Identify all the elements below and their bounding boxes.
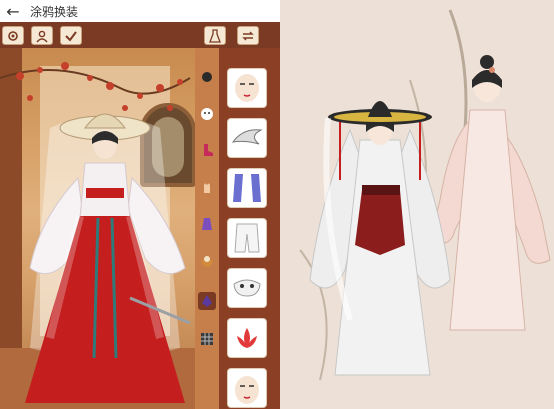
category-robe[interactable] <box>198 215 216 233</box>
category-boots[interactable] <box>198 141 216 159</box>
sleeve-item-icon <box>233 174 261 202</box>
app-bar: ← 涂鸦换装 <box>0 0 280 22</box>
face-item-icon <box>235 74 259 102</box>
category-pattern[interactable] <box>198 330 216 348</box>
avatar-icon <box>36 30 48 42</box>
item-tile-wing[interactable] <box>227 118 267 158</box>
item-tile-face-1[interactable] <box>227 68 267 108</box>
item-tile-lotus[interactable] <box>227 318 267 358</box>
item-list <box>223 48 280 409</box>
bowl-icon <box>201 256 213 267</box>
dressup-character[interactable] <box>10 108 200 409</box>
screenshot-root: ← 涂鸦换装 <box>0 0 554 409</box>
swap-icon <box>242 31 254 40</box>
toolbar <box>0 22 280 48</box>
lotus-item-icon <box>237 328 257 348</box>
category-column <box>195 48 219 409</box>
dressup-scene <box>0 48 200 409</box>
accessory-icon <box>202 295 212 307</box>
figure-right <box>429 55 551 331</box>
dress-icon <box>209 28 221 43</box>
item-tile-sleeve[interactable] <box>227 168 267 208</box>
phone-screen: ← 涂鸦换装 <box>0 0 280 409</box>
character-artwork <box>280 0 554 409</box>
mask-item-icon <box>233 279 261 297</box>
back-arrow-icon[interactable]: ← <box>0 0 26 22</box>
settings-button[interactable] <box>2 26 24 45</box>
app-title: 涂鸦换装 <box>30 4 79 19</box>
hand-icon <box>204 183 210 193</box>
item-tile-pants[interactable] <box>227 218 267 258</box>
category-accessory[interactable] <box>198 292 216 310</box>
robe-icon <box>202 218 212 230</box>
item-tile-face-2[interactable] <box>227 368 267 408</box>
pants-item-icon <box>234 223 260 253</box>
hair-icon <box>202 72 212 82</box>
face-item-icon <box>235 376 259 404</box>
category-face[interactable] <box>198 105 216 123</box>
wing-item-icon <box>231 129 263 145</box>
checkmark-icon <box>65 30 77 42</box>
avatar-button[interactable] <box>31 26 53 45</box>
face-icon <box>201 108 213 120</box>
confirm-button[interactable] <box>60 26 82 45</box>
boot-icon <box>204 144 213 156</box>
swap-button[interactable] <box>237 26 259 45</box>
category-food[interactable] <box>198 252 216 270</box>
category-hair[interactable] <box>198 68 216 86</box>
item-tile-mask[interactable] <box>227 268 267 308</box>
pattern-icon <box>201 333 213 345</box>
artwork-illustration <box>299 9 551 381</box>
settings-icon <box>8 30 18 41</box>
wardrobe-panel <box>195 48 280 409</box>
figure-left <box>309 101 451 376</box>
category-hands[interactable] <box>198 178 216 196</box>
dress-button[interactable] <box>204 26 226 45</box>
